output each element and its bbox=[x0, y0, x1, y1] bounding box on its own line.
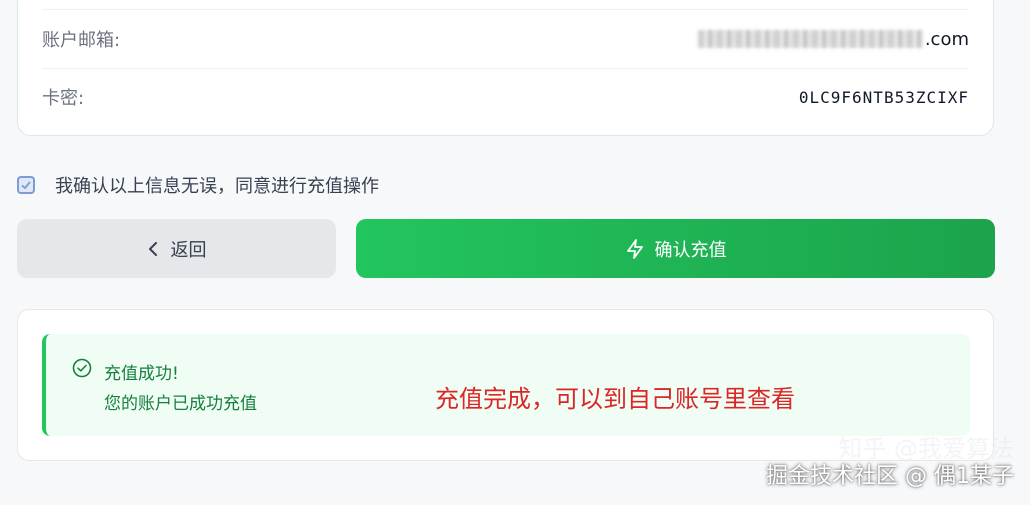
check-circle-icon bbox=[72, 358, 92, 378]
check-icon bbox=[21, 181, 31, 190]
card-key-value: 0LC9F6NTB53ZCIXF bbox=[798, 87, 969, 107]
back-button[interactable]: 返回 bbox=[17, 219, 336, 278]
confirm-agreement[interactable]: 我确认以上信息无误，同意进行充值操作 bbox=[17, 172, 379, 198]
lightning-icon bbox=[626, 238, 643, 259]
email-value: .com bbox=[697, 28, 969, 50]
success-message: 您的账户已成功充值 bbox=[104, 394, 257, 414]
confirm-text: 我确认以上信息无误，同意进行充值操作 bbox=[55, 176, 379, 197]
confirm-checkbox[interactable] bbox=[17, 176, 35, 194]
watermark: 知乎 @我爱算法 掘金技术社区 @ 偶1某子 bbox=[766, 435, 1014, 491]
chevron-left-icon bbox=[148, 241, 157, 256]
red-annotation: 充值完成，可以到自己账号里查看 bbox=[435, 385, 795, 413]
confirm-recharge-button[interactable]: 确认充值 bbox=[356, 219, 995, 278]
back-button-label: 返回 bbox=[170, 239, 207, 261]
success-title: 充值成功! bbox=[104, 364, 179, 384]
watermark-line1: 知乎 @我爱算法 bbox=[838, 435, 1014, 463]
order-info-card: 账户邮箱: .com 卡密: 0LC9F6NTB53ZCIXF bbox=[17, 0, 994, 136]
email-suffix: .com bbox=[924, 28, 969, 50]
email-blurred-part bbox=[697, 30, 923, 48]
email-label: 账户邮箱: bbox=[42, 30, 121, 51]
success-alert: 充值成功! 您的账户已成功充值 充值完成，可以到自己账号里查看 bbox=[42, 334, 970, 436]
card-key-row: 卡密: 0LC9F6NTB53ZCIXF bbox=[42, 68, 969, 126]
card-key-label: 卡密: bbox=[42, 88, 85, 109]
email-row: 账户邮箱: .com bbox=[42, 9, 969, 69]
confirm-recharge-label: 确认充值 bbox=[654, 239, 727, 261]
watermark-line2: 掘金技术社区 @ 偶1某子 bbox=[766, 464, 1014, 489]
